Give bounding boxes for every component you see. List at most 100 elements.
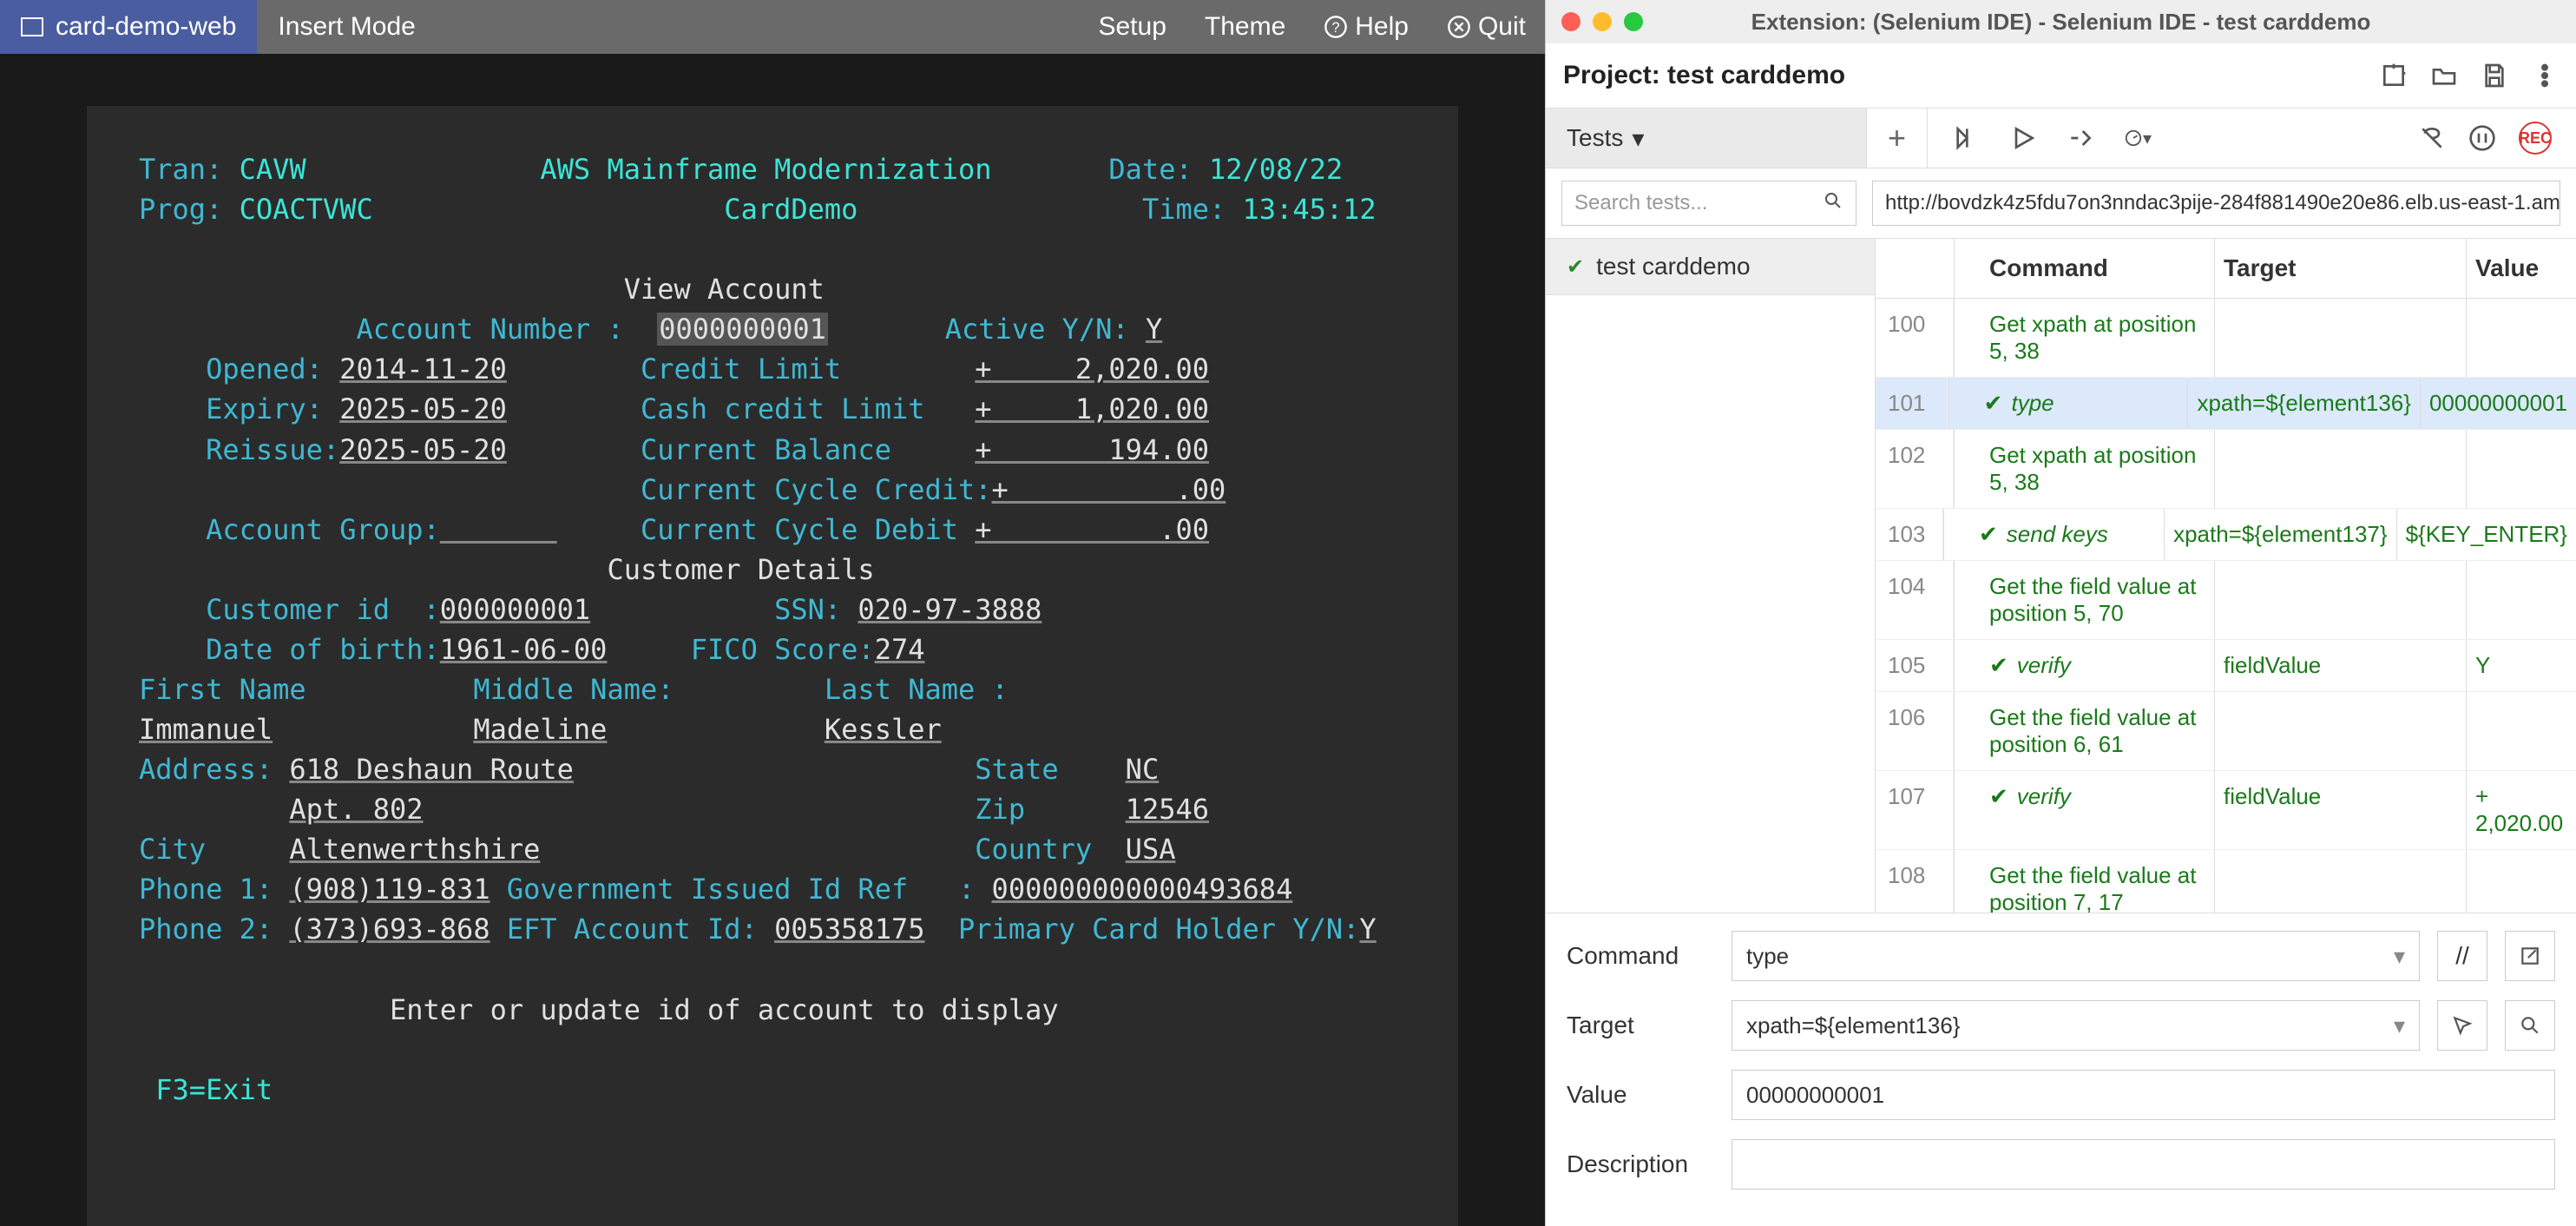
city-value[interactable]: Altenwerthshire [289, 833, 540, 866]
more-menu-icon[interactable] [2531, 62, 2559, 89]
mname-value[interactable]: Madeline [473, 713, 607, 746]
active-label: Active Y/N: [945, 313, 1129, 346]
cyc-debit-value[interactable]: + .00 [975, 513, 1209, 546]
step-detail-pane: Command type ▾ // Target xpath=${element… [1546, 913, 2576, 1226]
phone1-value[interactable]: (908)119-831 [289, 873, 490, 906]
terminal-screen[interactable]: Tran: CAVW AWS Mainframe Modernization D… [87, 106, 1458, 1226]
cyc-credit-value[interactable]: + .00 [992, 473, 1226, 506]
speed-icon[interactable]: ▾ [2124, 124, 2152, 152]
zip-value[interactable]: 12546 [1126, 793, 1209, 826]
terminal-title[interactable]: card-demo-web [0, 0, 257, 54]
pause-icon[interactable] [2468, 124, 2496, 152]
detail-target-value: xpath=${element136} [1746, 1012, 1961, 1039]
detail-target-input[interactable]: xpath=${element136} ▾ [1732, 1000, 2420, 1051]
custid-value[interactable]: 000000001 [440, 593, 590, 626]
tests-toolbar: Tests ▾ + ▾ REC [1546, 108, 2576, 168]
ssn-value[interactable]: 020-97-3888 [858, 593, 1042, 626]
step-row[interactable]: 105✔verifyfieldValueY [1876, 640, 2576, 692]
step-row[interactable]: 101✔typexpath=${element136}00000000001 [1876, 378, 2576, 430]
step-row[interactable]: 108Get the field value at position 7, 17 [1876, 850, 2576, 913]
expiry-label: Expiry: [206, 392, 323, 425]
theme-menu[interactable]: Theme [1186, 12, 1304, 42]
tests-dropdown[interactable]: Tests ▾ [1546, 109, 1867, 168]
open-folder-icon[interactable] [2430, 62, 2458, 89]
step-command: Get xpath at position 5, 38 [1989, 311, 2205, 365]
run-all-icon[interactable] [1952, 124, 1980, 152]
phone2-label: Phone 2: [139, 913, 273, 946]
addr-line1[interactable]: 618 Deshaun Route [289, 753, 574, 786]
chevron-down-icon: ▾ [2394, 1012, 2405, 1039]
steps-body[interactable]: 100Get xpath at position 5, 38101✔typexp… [1876, 299, 2576, 913]
tests-tab-label: Tests [1567, 124, 1623, 152]
phone2-value[interactable]: (373)693-868 [289, 913, 490, 946]
quit-menu[interactable]: Quit [1428, 12, 1545, 42]
active-value[interactable]: Y [1146, 313, 1162, 346]
dob-value[interactable]: 1961-06-00 [440, 633, 608, 666]
lname-value[interactable]: Kessler [825, 713, 942, 746]
record-button[interactable]: REC [2519, 122, 2552, 155]
select-target-button[interactable] [2437, 1000, 2487, 1051]
step-row[interactable]: 102Get xpath at position 5, 38 [1876, 430, 2576, 509]
base-url-text: http://bovdzk4z5fdu7on3nndac3pije-284f88… [1885, 191, 2560, 215]
col-command: Command [1954, 239, 2214, 298]
curbal-value[interactable]: + 194.00 [975, 433, 1209, 466]
acctgrp-value[interactable] [440, 513, 557, 546]
chevron-down-icon: ▾ [2394, 943, 2405, 970]
step-icon[interactable] [2067, 124, 2094, 152]
save-icon[interactable] [2481, 62, 2508, 89]
zip-label: Zip [975, 793, 1025, 826]
open-reference-button[interactable] [2505, 931, 2555, 981]
step-value [2466, 561, 2576, 639]
detail-desc-input[interactable] [1732, 1139, 2555, 1190]
step-command: Get xpath at position 5, 38 [1989, 442, 2205, 496]
step-row[interactable]: 106Get the field value at position 6, 61 [1876, 692, 2576, 771]
search-placeholder: Search tests... [1574, 191, 1707, 215]
expiry-value[interactable]: 2025-05-20 [339, 392, 507, 425]
fico-value[interactable]: 274 [875, 633, 925, 666]
detail-value-input[interactable]: 00000000001 [1732, 1070, 2555, 1120]
dob-label: Date of birth: [206, 633, 440, 666]
selenium-ide-window: Extension: (Selenium IDE) - Selenium IDE… [1545, 0, 2576, 1226]
help-label: Help [1355, 12, 1409, 42]
tran-value: CAVW [240, 153, 306, 186]
primary-value[interactable]: Y [1359, 913, 1376, 946]
fname-value[interactable]: Immanuel [139, 713, 273, 746]
step-number: 101 [1876, 378, 1948, 429]
step-target [2214, 692, 2466, 770]
new-window-icon[interactable] [2380, 62, 2408, 89]
add-test-button[interactable]: + [1867, 109, 1928, 168]
credlim-value[interactable]: + 2,020.00 [975, 353, 1209, 386]
detail-command-input[interactable]: type ▾ [1732, 931, 2420, 981]
detail-desc-label: Description [1567, 1150, 1714, 1178]
detail-value-label: Value [1567, 1081, 1714, 1109]
setup-menu[interactable]: Setup [1079, 12, 1185, 42]
prompt-text: Enter or update id of account to display [390, 993, 1059, 1026]
step-row[interactable]: 103✔send keysxpath=${element137}${KEY_EN… [1876, 509, 2576, 561]
run-icon[interactable] [2009, 124, 2037, 152]
disable-breakpoints-icon[interactable] [2418, 124, 2446, 152]
step-value: ${KEY_ENTER} [2396, 509, 2576, 560]
step-row[interactable]: 100Get xpath at position 5, 38 [1876, 299, 2576, 378]
cashlim-value[interactable]: + 1,020.00 [975, 392, 1209, 425]
find-target-button[interactable] [2505, 1000, 2555, 1051]
opened-value[interactable]: 2014-11-20 [339, 353, 507, 386]
step-target: fieldValue [2214, 771, 2466, 849]
eft-value[interactable]: 005358175 [774, 913, 924, 946]
country-value[interactable]: USA [1126, 833, 1176, 866]
test-item[interactable]: ✔ test carddemo [1546, 239, 1875, 295]
search-tests-input[interactable]: Search tests... [1561, 181, 1856, 226]
state-value[interactable]: NC [1126, 753, 1160, 786]
toggle-command-button[interactable]: // [2437, 931, 2487, 981]
eft-label: EFT Account Id: [507, 913, 758, 946]
base-url-input[interactable]: http://bovdzk4z5fdu7on3nndac3pije-284f88… [1872, 181, 2560, 226]
addr-line2[interactable]: Apt. 802 [289, 793, 423, 826]
help-menu[interactable]: ? Help [1304, 12, 1428, 42]
step-row[interactable]: 107✔verifyfieldValue+ 2,020.00 [1876, 771, 2576, 850]
govid-value[interactable]: 000000000000493684 [992, 873, 1293, 906]
step-command: Get the field value at position 5, 70 [1989, 573, 2205, 627]
reissue-value[interactable]: 2025-05-20 [339, 433, 507, 466]
date-label: Date: [1108, 153, 1192, 186]
acctno-value[interactable]: 0000000001 [657, 313, 828, 346]
step-row[interactable]: 104Get the field value at position 5, 70 [1876, 561, 2576, 640]
step-target: fieldValue [2214, 640, 2466, 691]
